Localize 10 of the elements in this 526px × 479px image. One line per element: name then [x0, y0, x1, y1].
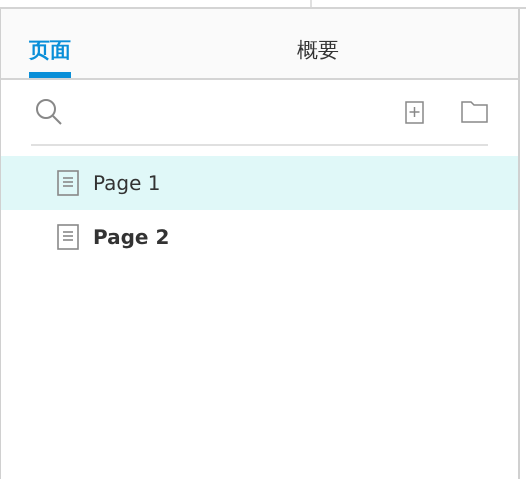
page-icon — [57, 170, 79, 196]
tab[interactable]: 概要 — [297, 36, 339, 78]
page-icon — [57, 224, 79, 250]
folder-icon[interactable] — [461, 101, 488, 123]
add-page-icon[interactable] — [405, 100, 424, 124]
page-name: Page 2 — [93, 225, 170, 249]
page-name: Page 1 — [93, 171, 160, 195]
page-item[interactable]: Page 2 — [1, 210, 518, 264]
search-icon[interactable] — [35, 98, 63, 126]
page-item[interactable]: Page 1 — [1, 156, 518, 210]
